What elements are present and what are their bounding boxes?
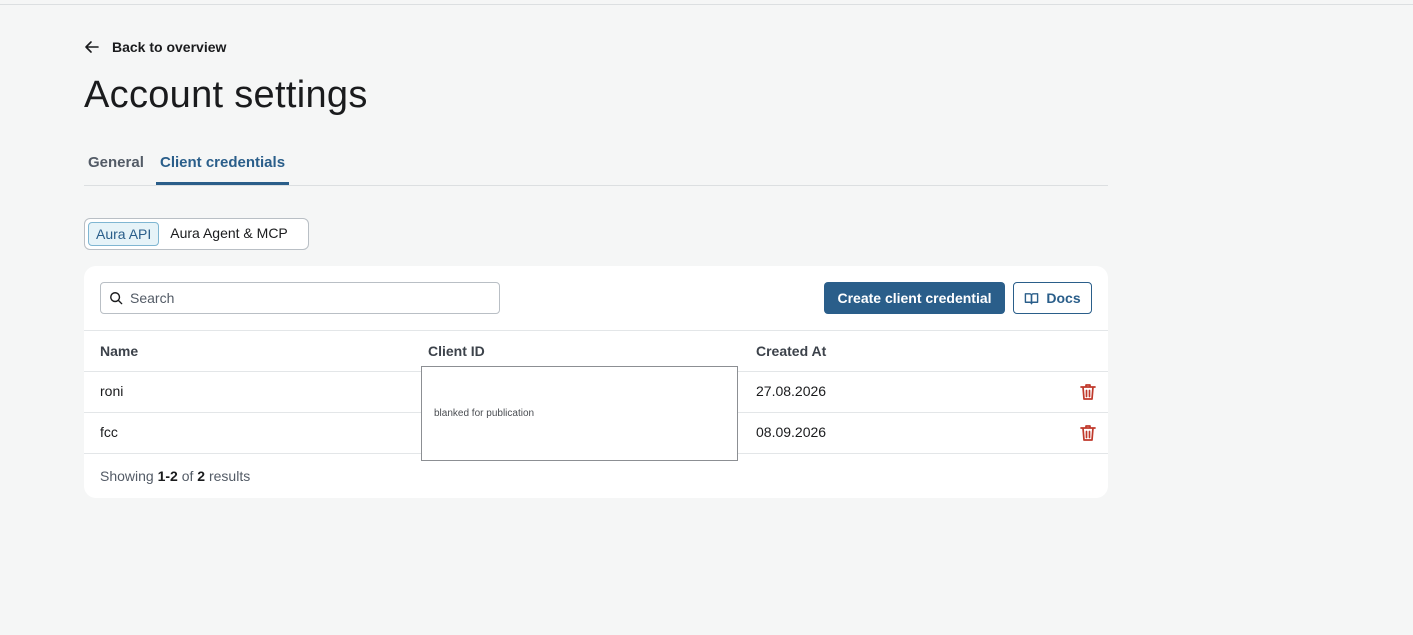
pagination-summary: Showing 1-2 of 2 results bbox=[100, 468, 250, 484]
tab-client-credentials[interactable]: Client credentials bbox=[156, 145, 290, 185]
docs-button-label: Docs bbox=[1046, 290, 1081, 306]
column-header-name[interactable]: Name bbox=[100, 343, 138, 359]
segment-aura-api[interactable]: Aura API bbox=[88, 222, 160, 246]
back-link-label: Back to overview bbox=[112, 39, 227, 55]
trash-icon[interactable] bbox=[1078, 382, 1098, 402]
search-icon bbox=[110, 292, 123, 305]
arrow-left-icon bbox=[85, 41, 99, 53]
column-header-client-id[interactable]: Client ID bbox=[428, 343, 485, 359]
docs-button[interactable]: Docs bbox=[1013, 282, 1092, 314]
book-icon bbox=[1025, 292, 1039, 304]
cell-created-at: 08.09.2026 bbox=[756, 424, 827, 440]
cell-created-at: 27.08.2026 bbox=[756, 383, 827, 399]
search-input[interactable] bbox=[130, 290, 480, 306]
page-title: Account settings bbox=[84, 74, 368, 116]
pagination-of: of bbox=[181, 468, 194, 484]
column-header-created-at[interactable]: Created At bbox=[756, 343, 826, 359]
create-client-credential-button[interactable]: Create client credential bbox=[824, 282, 1005, 314]
api-type-segmented-control: Aura API Aura Agent & MCP bbox=[84, 218, 309, 250]
search-box[interactable] bbox=[100, 282, 500, 314]
trash-icon[interactable] bbox=[1078, 423, 1098, 443]
top-divider bbox=[0, 4, 1413, 5]
pagination-prefix: Showing bbox=[100, 468, 154, 484]
cell-name: fcc bbox=[100, 424, 118, 440]
pagination-range: 1-2 bbox=[157, 468, 178, 484]
redaction-box: blanked for publication bbox=[421, 366, 738, 461]
segment-aura-agent-mcp[interactable]: Aura Agent & MCP bbox=[163, 222, 295, 246]
tab-general[interactable]: General bbox=[84, 145, 148, 185]
settings-tabs: General Client credentials bbox=[84, 145, 1108, 186]
pagination-total: 2 bbox=[197, 468, 206, 484]
cell-name: roni bbox=[100, 383, 124, 399]
pagination-suffix: results bbox=[208, 468, 251, 484]
back-to-overview-link[interactable]: Back to overview bbox=[84, 37, 226, 57]
